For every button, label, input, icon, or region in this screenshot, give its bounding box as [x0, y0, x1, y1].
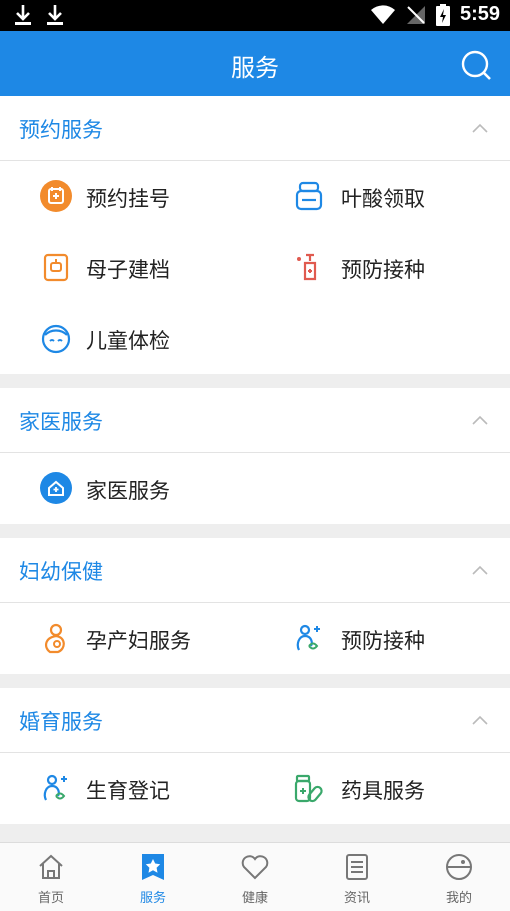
clock: 5:59 — [459, 3, 500, 25]
service-item-family-doctor[interactable]: 家医服务 — [0, 453, 255, 524]
tab-services[interactable]: 服务 — [102, 843, 204, 911]
section-title: 妇幼保健 — [19, 560, 103, 584]
wifi-icon — [370, 4, 395, 24]
section-maternal-child: 妇幼保健 孕产妇服务 预防接种 — [0, 538, 510, 674]
section-header[interactable]: 预约服务 — [0, 96, 510, 161]
service-label: 叶酸领取 — [341, 187, 425, 211]
profile-icon — [446, 854, 472, 880]
tab-news[interactable]: 资讯 — [306, 843, 408, 911]
service-item-birth-registration[interactable]: 生育登记 — [0, 753, 255, 824]
news-icon — [346, 854, 368, 880]
section-header[interactable]: 妇幼保健 — [0, 538, 510, 603]
download-icon — [47, 5, 63, 25]
mother-baby-icon — [296, 624, 320, 651]
service-item-archive[interactable]: 母子建档 — [0, 232, 255, 303]
calendar-icon — [40, 180, 72, 212]
battery-charging-icon — [435, 3, 450, 26]
pregnant-icon — [44, 623, 65, 654]
tab-home[interactable]: 首页 — [0, 843, 102, 911]
home-icon — [39, 854, 63, 879]
service-item-child-checkup[interactable]: 儿童体检 — [0, 303, 255, 374]
chevron-up-icon[interactable] — [472, 122, 488, 134]
service-label: 孕产妇服务 — [86, 629, 191, 653]
star-bookmark-icon — [142, 854, 164, 880]
chevron-up-icon[interactable] — [472, 564, 488, 576]
app-bar: 服务 — [0, 31, 510, 96]
service-item-contraceptives[interactable]: 药具服务 — [255, 753, 510, 824]
service-label: 药具服务 — [341, 779, 425, 803]
service-label: 预防接种 — [341, 258, 425, 282]
bottom-navigation: 首页 服务 健康 资讯 我的 — [0, 842, 510, 911]
section-header[interactable]: 婚育服务 — [0, 688, 510, 753]
status-bar: 5:59 — [0, 0, 510, 31]
section-header[interactable]: 家医服务 — [0, 388, 510, 453]
section-title: 预约服务 — [19, 118, 103, 142]
service-label: 儿童体检 — [86, 329, 170, 353]
section-marriage-birth: 婚育服务 生育登记 药具服务 — [0, 688, 510, 824]
service-item-folic-acid[interactable]: 叶酸领取 — [255, 161, 510, 232]
heart-icon — [241, 855, 269, 880]
service-item-vaccination-2[interactable]: 预防接种 — [255, 603, 510, 674]
page-title: 服务 — [231, 54, 279, 82]
medicine-icon — [294, 774, 323, 803]
tab-health[interactable]: 健康 — [204, 843, 306, 911]
service-item-vaccination[interactable]: 预防接种 — [255, 232, 510, 303]
tab-profile[interactable]: 我的 — [408, 843, 510, 911]
section-title: 婚育服务 — [19, 710, 103, 734]
mother-baby-icon — [43, 774, 67, 801]
service-item-maternal[interactable]: 孕产妇服务 — [0, 603, 255, 674]
service-label: 生育登记 — [86, 779, 170, 803]
tab-label: 服务 — [139, 891, 166, 906]
service-label: 预防接种 — [341, 629, 425, 653]
tab-label: 首页 — [37, 891, 64, 906]
tab-label: 健康 — [241, 891, 268, 906]
chevron-up-icon[interactable] — [472, 414, 488, 426]
child-face-icon — [41, 324, 71, 354]
tab-label: 资讯 — [343, 891, 370, 906]
home-doctor-icon — [40, 472, 72, 504]
service-list[interactable]: 预约服务 预约挂号 叶酸领取 母子建档 预防接种 儿童体检 家医服务 家医服务 … — [0, 96, 510, 842]
service-item-appointment[interactable]: 预约挂号 — [0, 161, 255, 232]
no-signal-icon — [406, 5, 425, 24]
download-icon — [15, 5, 31, 25]
section-appointment: 预约服务 预约挂号 叶酸领取 母子建档 预防接种 儿童体检 — [0, 96, 510, 374]
tab-label: 我的 — [445, 891, 472, 906]
pill-bottle-icon — [295, 181, 323, 211]
vaccine-bottle-icon — [297, 253, 317, 281]
service-label: 预约挂号 — [86, 187, 170, 211]
chevron-up-icon[interactable] — [472, 714, 488, 726]
service-label: 家医服务 — [86, 479, 170, 503]
section-family-doctor: 家医服务 家医服务 — [0, 388, 510, 524]
section-title: 家医服务 — [19, 410, 103, 434]
search-icon[interactable] — [460, 49, 492, 81]
archive-icon — [43, 253, 69, 282]
service-label: 母子建档 — [86, 258, 170, 282]
